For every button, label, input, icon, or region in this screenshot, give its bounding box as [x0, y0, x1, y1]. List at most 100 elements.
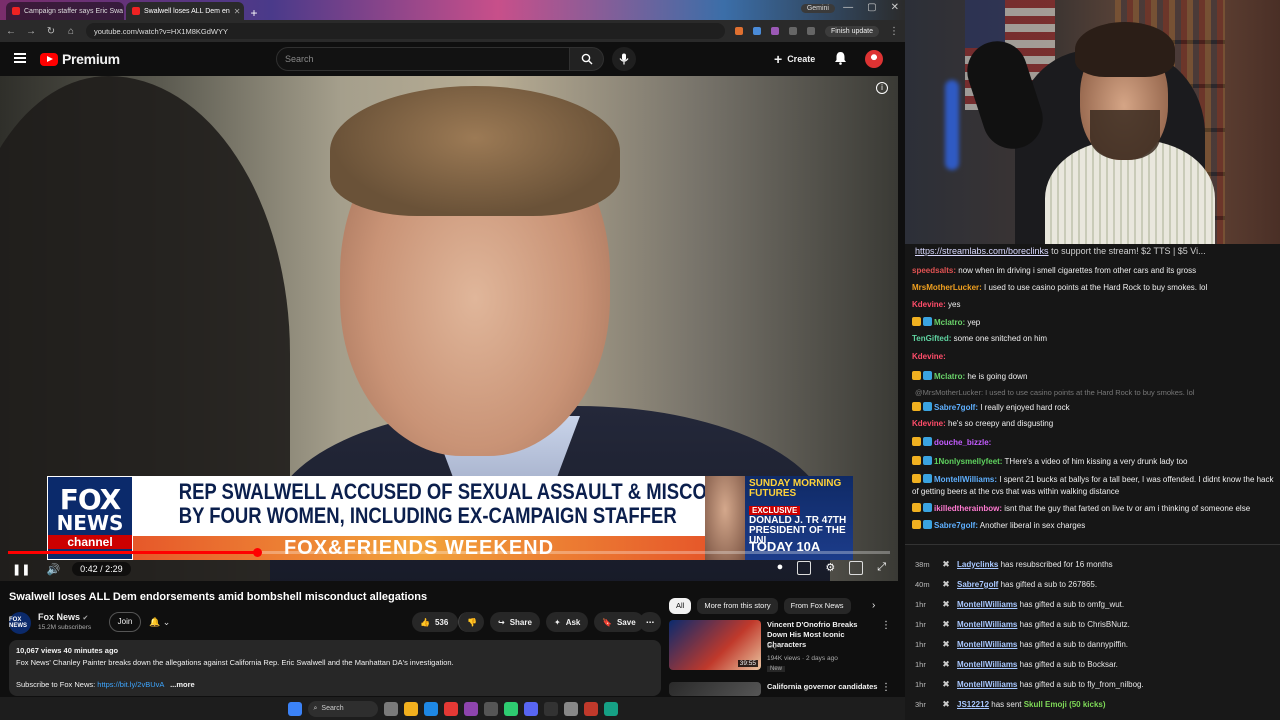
more-vertical-icon[interactable]: ⋮	[881, 620, 891, 631]
finish-update-button[interactable]: Finish update	[824, 25, 879, 37]
video-progress-bar[interactable]	[8, 548, 890, 557]
app-icon[interactable]	[603, 701, 618, 716]
close-tab-icon[interactable]: ✕	[234, 7, 241, 16]
taskbar-search[interactable]: ⌕ Search	[307, 700, 378, 717]
progress-played	[8, 551, 257, 554]
url-field[interactable]: youtube.com/watch?v=HX1M8KGdWYY	[86, 23, 725, 39]
pause-icon[interactable]: ❚❚	[12, 563, 30, 576]
chip-from-fox-news[interactable]: From Fox News	[783, 598, 851, 614]
related-video-2[interactable]: California governor candidates ⋮	[669, 682, 899, 696]
create-button[interactable]: + Create	[774, 50, 815, 68]
profile-icon[interactable]	[806, 27, 815, 35]
app-icon[interactable]	[583, 701, 598, 716]
menu-kebab-icon[interactable]: ⋮	[889, 26, 899, 37]
captions-icon[interactable]	[797, 561, 812, 575]
theater-mode-icon[interactable]	[849, 561, 864, 575]
chat-username[interactable]: douche_bizzle:	[934, 438, 991, 447]
share-button[interactable]: ↪ Share	[490, 612, 540, 632]
extension-icon[interactable]	[752, 27, 761, 35]
event-username[interactable]: MontellWilliams	[957, 600, 1017, 609]
event-username[interactable]: Ladyclinks	[957, 560, 998, 569]
extension-icon[interactable]	[770, 27, 779, 35]
volume-icon[interactable]: 🔊	[46, 563, 60, 576]
chat-username[interactable]: MontellWilliams:	[934, 475, 997, 484]
subscribed-bell-button[interactable]: 🔔 ⌄	[149, 612, 179, 632]
video-player[interactable]: i FOX NEWS channel REP SWALWELL ACCUSED …	[0, 76, 898, 581]
maximize-icon[interactable]: ▢	[867, 2, 876, 13]
spotify-icon[interactable]	[503, 701, 518, 716]
chevron-right-icon[interactable]: ›	[872, 600, 875, 611]
chat-username[interactable]: Sabre7golf:	[934, 521, 978, 530]
account-avatar[interactable]	[865, 50, 883, 68]
chat-username[interactable]: 1Nonlysmellyfeet:	[934, 457, 1002, 466]
file-explorer-icon[interactable]	[403, 701, 418, 716]
discord-icon[interactable]	[523, 701, 538, 716]
fullscreen-icon[interactable]: ⤢	[877, 561, 886, 575]
channel-name[interactable]: Fox News ✔	[38, 612, 88, 622]
event-username[interactable]: MontellWilliams	[957, 660, 1017, 669]
browser-tab-2[interactable]: Swalwell loses ALL Dem en ✕	[126, 2, 244, 20]
join-button[interactable]: Join	[109, 612, 141, 632]
settings-gear-icon[interactable]: ⚙	[825, 561, 835, 575]
save-button[interactable]: 🔖 Save	[594, 612, 644, 632]
hamburger-menu-icon[interactable]	[14, 53, 26, 63]
chip-more-from-story[interactable]: More from this story	[697, 598, 778, 614]
forward-icon[interactable]: →	[26, 26, 36, 37]
event-username[interactable]: MontellWilliams	[957, 620, 1017, 629]
voice-search-button[interactable]	[612, 47, 636, 71]
start-windows-icon[interactable]	[287, 701, 302, 716]
chat-username[interactable]: Kdevine:	[912, 300, 946, 309]
chat-username[interactable]: Kdevine:	[912, 419, 946, 428]
more-link[interactable]: ...more	[170, 680, 195, 689]
new-tab-icon[interactable]: +	[246, 6, 262, 20]
related-video-1[interactable]: 39:55 Vincent D'Onofrio Breaks Down His …	[669, 620, 899, 678]
chat-username[interactable]: Mclatro:	[934, 372, 965, 381]
more-actions-button[interactable]: ⋯	[639, 612, 661, 632]
browser-tab-1[interactable]: Campaign staffer says Eric Swa ✕	[6, 2, 124, 20]
chat-username[interactable]: Mclatro:	[934, 318, 965, 327]
related-thumbnail[interactable]	[669, 682, 761, 696]
chat-username[interactable]: TenGifted:	[912, 334, 951, 343]
event-username[interactable]: JS12212	[957, 700, 989, 709]
chat-username[interactable]: speedsalts:	[912, 266, 956, 275]
scrubber-handle[interactable]	[252, 548, 262, 557]
app-icon[interactable]	[483, 701, 498, 716]
chip-all[interactable]: All	[669, 598, 692, 614]
extension-icon[interactable]	[734, 27, 743, 35]
dislike-button[interactable]: 👎	[458, 612, 484, 632]
back-icon[interactable]: ←	[6, 26, 16, 37]
more-vertical-icon[interactable]: ⋮	[881, 682, 891, 693]
subscribe-link[interactable]: https://bit.ly/2vBUvA	[97, 680, 164, 689]
chat-username[interactable]: Sabre7golf:	[934, 403, 978, 412]
app-icon[interactable]	[463, 701, 478, 716]
description-box[interactable]: 10,067 views 40 minutes ago Fox News' Ch…	[9, 640, 661, 696]
chat-username[interactable]: ikilledtherainbow:	[934, 504, 1002, 513]
minimize-icon[interactable]: —	[843, 2, 853, 13]
search-input[interactable]: Search	[276, 47, 570, 71]
ask-button[interactable]: ✦ Ask	[546, 612, 589, 632]
promo-link[interactable]: https://streamlabs.com/boreclinks	[915, 246, 1049, 256]
close-window-icon[interactable]: ✕	[891, 2, 899, 13]
reload-icon[interactable]: ↻	[46, 26, 56, 37]
task-view-icon[interactable]	[383, 701, 398, 716]
info-icon[interactable]: i	[876, 82, 888, 94]
gemini-button[interactable]: Gemini	[800, 4, 835, 13]
home-icon[interactable]: ⌂	[66, 26, 76, 37]
autoplay-toggle-icon[interactable]: ●	[777, 561, 784, 575]
chat-username[interactable]: Kdevine:	[912, 352, 946, 361]
obs-icon[interactable]	[543, 701, 558, 716]
chrome-icon[interactable]	[443, 701, 458, 716]
event-username[interactable]: MontellWilliams	[957, 640, 1017, 649]
related-thumbnail[interactable]: 39:55	[669, 620, 761, 670]
chat-username[interactable]: MrsMotherLucker:	[912, 283, 982, 292]
notifications-button[interactable]	[834, 51, 847, 68]
event-username[interactable]: MontellWilliams	[957, 680, 1017, 689]
extension-icon[interactable]	[788, 27, 797, 35]
like-button[interactable]: 👍 536	[412, 612, 458, 632]
edge-icon[interactable]	[423, 701, 438, 716]
app-icon[interactable]	[563, 701, 578, 716]
channel-avatar[interactable]: FOX NEWS	[9, 612, 31, 634]
event-username[interactable]: Sabre7golf	[957, 580, 998, 589]
search-button[interactable]	[570, 47, 604, 71]
youtube-logo[interactable]: Premium	[40, 51, 120, 67]
